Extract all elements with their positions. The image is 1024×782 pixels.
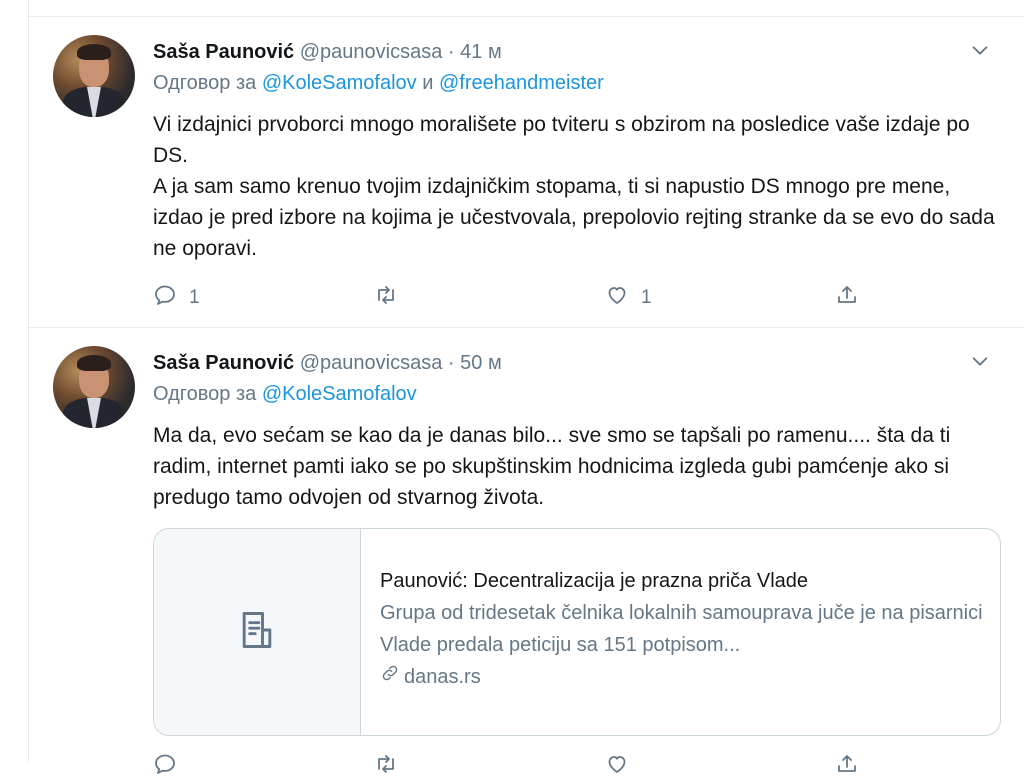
author-name[interactable]: Saša Paunović xyxy=(153,352,294,374)
tweet-actions: 1 1 xyxy=(153,283,999,313)
reply-context: Одговор за @KoleSamofalov xyxy=(153,383,417,406)
retweet-button[interactable] xyxy=(374,752,398,782)
heart-icon xyxy=(605,752,629,782)
card-domain: danas.rs xyxy=(380,661,984,693)
reply-icon xyxy=(153,283,177,313)
share-button[interactable] xyxy=(835,283,859,313)
card-description: Grupa od tridesetak čelnika lokalnih sam… xyxy=(380,602,983,656)
retweet-icon xyxy=(374,283,398,313)
share-icon xyxy=(835,283,859,313)
retweet-icon xyxy=(374,752,398,782)
chevron-down-icon[interactable] xyxy=(967,39,993,65)
like-button[interactable] xyxy=(605,752,629,782)
document-icon xyxy=(235,608,279,657)
card-domain-text: danas.rs xyxy=(404,666,481,688)
chevron-down-icon[interactable] xyxy=(967,350,993,376)
tweet[interactable]: Saša Paunović @paunovicsasa · 41 м Одгов… xyxy=(29,17,1024,328)
share-icon xyxy=(835,752,859,782)
avatar[interactable] xyxy=(53,35,135,117)
retweet-button[interactable] xyxy=(374,283,410,313)
tweet-text: Ma da, evo sećam se kao da je danas bilo… xyxy=(153,424,951,509)
reply-context: Одговор за @KoleSamofalov и @freehandmei… xyxy=(153,72,604,95)
tweet-header: Saša Paunović @paunovicsasa · 50 м xyxy=(153,352,999,378)
tweet-text: Vi izdajnici prvoborci mnogo morališete … xyxy=(153,113,995,260)
tweet-actions xyxy=(153,752,999,782)
like-button[interactable]: 1 xyxy=(605,283,652,313)
mention-link[interactable]: @freehandmeister xyxy=(439,72,604,94)
separator: · xyxy=(447,41,455,63)
link-icon xyxy=(380,661,400,693)
reply-conjunction: и xyxy=(422,72,434,94)
author-handle[interactable]: @paunovicsasa xyxy=(300,41,443,63)
timestamp[interactable]: 41 м xyxy=(460,41,502,63)
card-title: Paunović: Decentralizacija je prazna pri… xyxy=(380,570,809,592)
mention-link[interactable]: @KoleSamofalov xyxy=(262,72,417,94)
link-card[interactable]: Paunović: Decentralizacija je prazna pri… xyxy=(153,528,1001,736)
author-name[interactable]: Saša Paunović xyxy=(153,41,294,63)
card-media xyxy=(154,529,361,735)
like-count: 1 xyxy=(641,287,652,308)
timeline: Saša Paunović @paunovicsasa · 41 м Одгов… xyxy=(28,0,1024,774)
tweet-header: Saša Paunović @paunovicsasa · 41 м xyxy=(153,41,999,67)
timestamp[interactable]: 50 м xyxy=(460,352,502,374)
tweet[interactable]: Saša Paunović @paunovicsasa · 50 м Одгов… xyxy=(29,328,1024,774)
card-content: Paunović: Decentralizacija je prazna pri… xyxy=(380,565,984,693)
reply-prefix: Одговор за xyxy=(153,72,257,94)
reply-count: 1 xyxy=(189,287,200,308)
separator: · xyxy=(447,352,455,374)
heart-icon xyxy=(605,283,629,313)
reply-button[interactable] xyxy=(153,752,177,782)
reply-button[interactable]: 1 xyxy=(153,283,200,313)
mention-link[interactable]: @KoleSamofalov xyxy=(262,383,417,405)
reply-icon xyxy=(153,752,177,782)
author-handle[interactable]: @paunovicsasa xyxy=(300,352,443,374)
avatar[interactable] xyxy=(53,346,135,428)
share-button[interactable] xyxy=(835,752,859,782)
reply-prefix: Одговор за xyxy=(153,383,257,405)
